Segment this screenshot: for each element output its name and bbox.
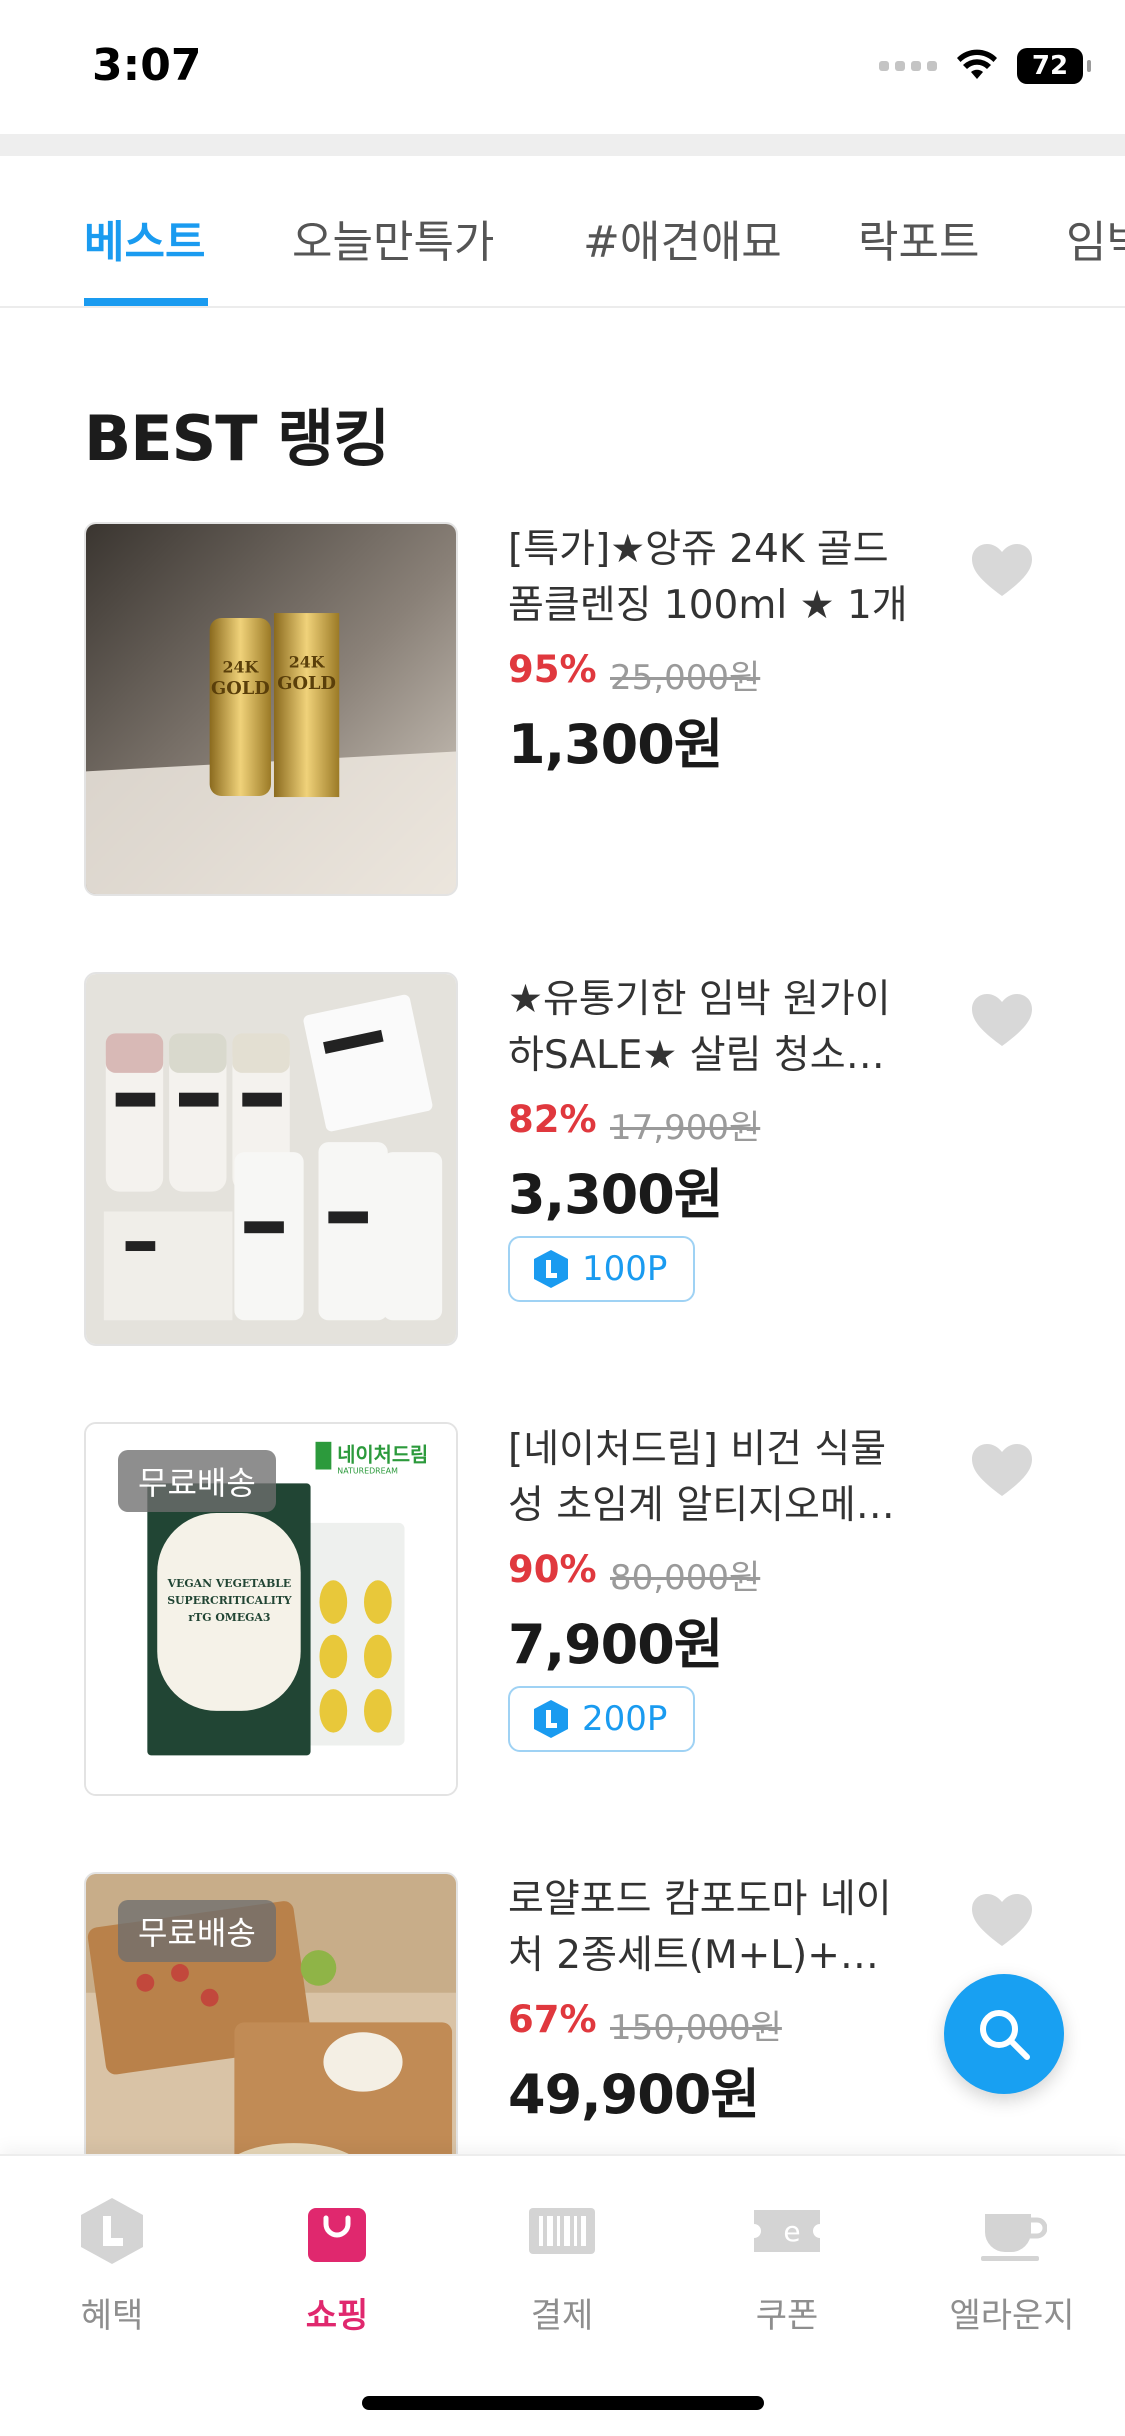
coupon-icon: e bbox=[754, 2210, 820, 2252]
sale-price: 1,300원 bbox=[508, 713, 723, 776]
svg-text:24K: 24K bbox=[289, 652, 326, 671]
svg-text:GOLD: GOLD bbox=[277, 673, 336, 694]
nav-payment[interactable]: 결제 bbox=[482, 2196, 642, 2337]
heart-icon[interactable] bbox=[972, 1444, 1032, 1498]
bottom-navigation: 혜택 쇼핑 결제 e 쿠폰 엘라운지 bbox=[0, 2154, 1125, 2436]
nav-benefits[interactable]: 혜택 bbox=[32, 2196, 192, 2337]
barcode-icon bbox=[529, 2208, 595, 2254]
nav-coupon[interactable]: e 쿠폰 bbox=[707, 2196, 867, 2337]
l-point-icon bbox=[534, 1700, 568, 1738]
original-price: 80,000원 bbox=[610, 1558, 761, 1598]
section-title: BEST 랭킹 bbox=[84, 402, 390, 475]
product-image[interactable]: 24K GOLD 24K GOLD bbox=[84, 522, 458, 896]
heart-icon[interactable] bbox=[972, 544, 1032, 598]
free-shipping-badge: 무료배송 bbox=[118, 1900, 276, 1962]
home-indicator bbox=[362, 2396, 764, 2410]
coffee-cup-icon bbox=[981, 2214, 1047, 2261]
status-bar: 3:07 72 bbox=[0, 0, 1125, 134]
tab-pets[interactable]: #애견애묘 bbox=[583, 206, 782, 270]
status-icons: 72 bbox=[879, 48, 1091, 84]
search-button[interactable] bbox=[944, 1974, 1064, 2094]
svg-text:24K: 24K bbox=[222, 657, 259, 676]
product-item[interactable]: ★유통기한 임박 원가이하SALE★ 살림 청소용품 82% 17,900원 3… bbox=[0, 972, 1125, 1372]
original-price: 150,000원 bbox=[610, 2008, 782, 2048]
brand-logo-text: 네이처드림 bbox=[337, 1444, 428, 1467]
product-image[interactable] bbox=[84, 972, 458, 1346]
pack-text-line-3: rTG OMEGA3 bbox=[188, 1611, 270, 1624]
nav-label: 쇼핑 bbox=[305, 2296, 369, 2336]
heart-icon[interactable] bbox=[972, 1894, 1032, 1948]
brand-logo-sub: NATUREDREAM bbox=[337, 1466, 398, 1475]
shopping-bag-icon bbox=[308, 2208, 366, 2262]
l-point-icon bbox=[534, 1250, 568, 1288]
search-icon bbox=[980, 2010, 1030, 2060]
nav-label: 혜택 bbox=[80, 2296, 144, 2336]
pack-text-line-2: SUPERCRITICALITY bbox=[167, 1594, 292, 1607]
l-point-badge: 200P bbox=[508, 1686, 696, 1752]
sale-price: 7,900원 bbox=[508, 1613, 723, 1676]
active-tab-indicator bbox=[84, 298, 208, 306]
tab-rockport[interactable]: 락포트 bbox=[858, 206, 979, 270]
discount-rate: 82% bbox=[508, 1098, 597, 1141]
header-divider bbox=[0, 134, 1125, 156]
free-shipping-badge: 무료배송 bbox=[118, 1450, 276, 1512]
points-value: 100P bbox=[582, 1249, 668, 1289]
battery-indicator: 72 bbox=[1017, 48, 1091, 84]
discount-rate: 95% bbox=[508, 648, 597, 691]
original-price: 17,900원 bbox=[610, 1108, 761, 1148]
product-image[interactable]: VEGAN VEGETABLE SUPERCRITICALITY rTG OME… bbox=[84, 1422, 458, 1796]
sale-price: 49,900원 bbox=[508, 2063, 760, 2126]
wifi-icon bbox=[957, 49, 997, 79]
tab-best[interactable]: 베스트 bbox=[84, 206, 205, 270]
cellular-signal-icon bbox=[879, 61, 937, 71]
nav-shopping[interactable]: 쇼핑 bbox=[257, 2196, 417, 2337]
tab-today-special[interactable]: 오늘만특가 bbox=[292, 206, 494, 270]
product-item[interactable]: VEGAN VEGETABLE SUPERCRITICALITY rTG OME… bbox=[0, 1422, 1125, 1822]
nav-label: 엘라운지 bbox=[949, 2296, 1075, 2336]
svg-text:GOLD: GOLD bbox=[211, 678, 270, 699]
pack-text-line-1: VEGAN VEGETABLE bbox=[167, 1577, 292, 1590]
l-point-badge: 100P bbox=[508, 1236, 696, 1302]
discount-rate: 90% bbox=[508, 1548, 597, 1591]
product-item[interactable]: 24K GOLD 24K GOLD [특가]★앙쥬 24K 골드 폼클렌징 10… bbox=[0, 522, 1125, 922]
sale-price: 3,300원 bbox=[508, 1163, 723, 1226]
nav-label: 결제 bbox=[530, 2296, 594, 2336]
product-name[interactable]: 로얄포드 캄포도마 네이처 2종세트(M+L)+쇼핑백 bbox=[508, 1872, 908, 1984]
original-price: 25,000원 bbox=[610, 658, 761, 698]
l-point-icon bbox=[81, 2198, 143, 2264]
product-name[interactable]: [네이처드림] 비건 식물성 초임계 알티지오메가3 bbox=[508, 1422, 908, 1534]
product-name[interactable]: ★유통기한 임박 원가이하SALE★ 살림 청소용품 bbox=[508, 972, 908, 1084]
heart-icon[interactable] bbox=[972, 994, 1032, 1048]
svg-text:e: e bbox=[783, 2215, 800, 2248]
status-time: 3:07 bbox=[92, 40, 202, 91]
points-value: 200P bbox=[582, 1699, 668, 1739]
discount-rate: 67% bbox=[508, 1998, 597, 2041]
category-tabs: 베스트 오늘만특가 #애견애묘 락포트 임박 bbox=[0, 156, 1125, 308]
nav-label: 쿠폰 bbox=[755, 2296, 819, 2336]
tab-imminent[interactable]: 임박 bbox=[1066, 206, 1125, 270]
product-name[interactable]: [특가]★앙쥬 24K 골드 폼클렌징 100ml ★ 1개 bbox=[508, 522, 908, 634]
nav-lounge[interactable]: 엘라운지 bbox=[932, 2196, 1092, 2337]
